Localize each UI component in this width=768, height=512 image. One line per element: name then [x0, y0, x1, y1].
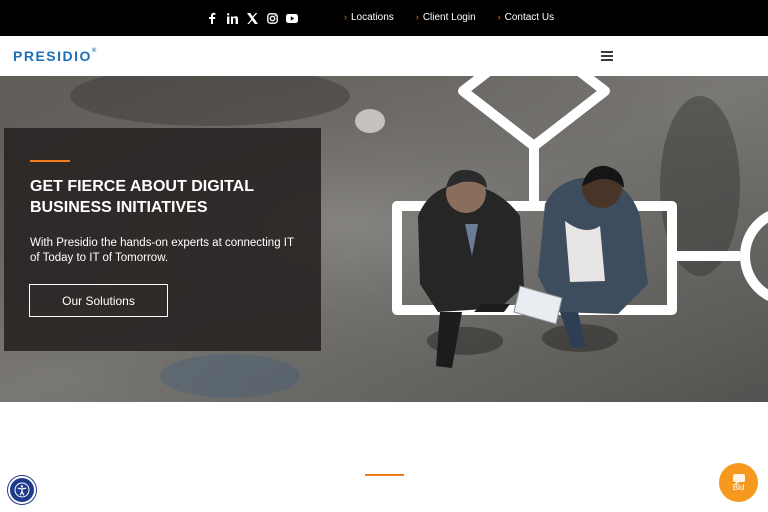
accent-rule — [30, 160, 70, 162]
facebook-icon[interactable] — [205, 11, 219, 25]
social-links — [205, 11, 299, 25]
chevron-right-icon: › — [415, 12, 419, 22]
main-nav: PRESIDIO® — [0, 36, 768, 76]
top-bar: › Locations › Client Login › Contact Us — [0, 0, 768, 36]
section-divider — [365, 474, 404, 476]
logo-text: PRESIDIO — [13, 48, 92, 64]
client-login-link[interactable]: › Client Login — [416, 12, 476, 23]
chevron-right-icon: › — [497, 12, 501, 22]
registered-mark: ® — [91, 48, 98, 54]
presidio-logo[interactable]: PRESIDIO® — [13, 48, 98, 64]
locations-label: Locations — [351, 12, 394, 23]
contact-us-link[interactable]: › Contact Us — [498, 12, 554, 23]
hero-headline: GET FIERCE ABOUT DIGITAL BUSINESS INITIA… — [30, 178, 254, 216]
hero-card: GET FIERCE ABOUT DIGITAL BUSINESS INITIA… — [4, 128, 321, 351]
menu-icon[interactable] — [601, 51, 613, 61]
locations-link[interactable]: › Locations — [344, 12, 394, 23]
our-solutions-button[interactable]: Our Solutions — [29, 284, 168, 317]
client-login-label: Client Login — [422, 12, 476, 23]
instagram-icon[interactable] — [265, 11, 279, 25]
x-icon[interactable] — [245, 11, 259, 25]
hero-body: With Presidio the hands-on experts at co… — [30, 237, 294, 264]
accessibility-icon[interactable] — [8, 476, 36, 504]
chat-label: Bld — [732, 483, 745, 492]
chevron-right-icon: › — [344, 12, 347, 22]
utility-links: › Locations › Client Login › Contact Us — [344, 12, 554, 23]
youtube-icon[interactable] — [285, 11, 299, 25]
contact-us-label: Contact Us — [504, 12, 555, 23]
linkedin-icon[interactable] — [225, 11, 239, 25]
chat-widget-button[interactable]: Bld — [719, 463, 758, 502]
hero-banner: GET FIERCE ABOUT DIGITAL BUSINESS INITIA… — [0, 76, 768, 402]
